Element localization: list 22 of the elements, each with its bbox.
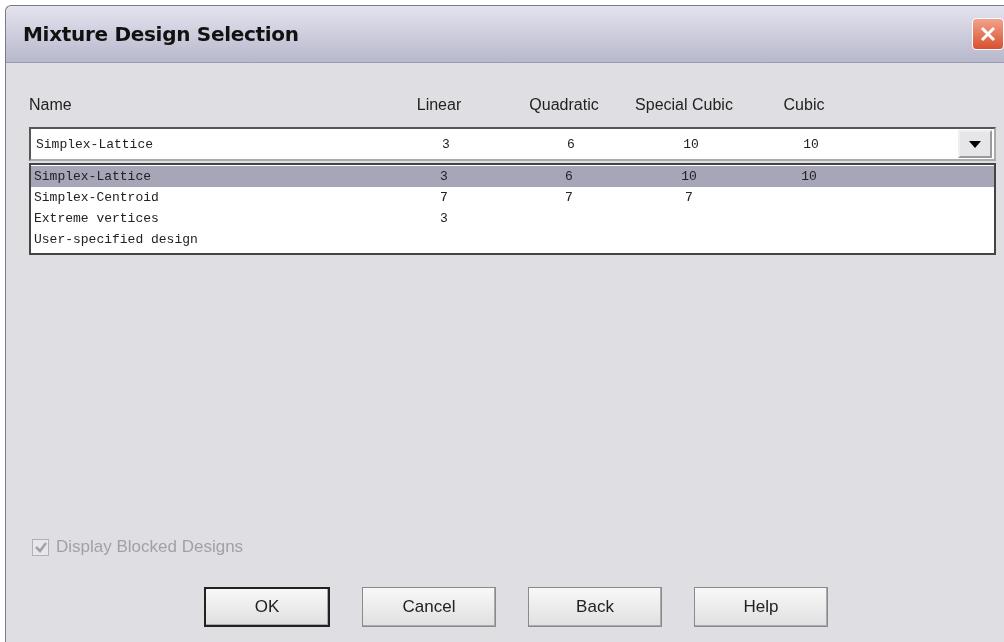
list-row[interactable]: Simplex-Centroid 7 7 7 bbox=[31, 187, 994, 208]
combo-value: 10 bbox=[803, 136, 819, 152]
combo-value: Simplex-Lattice bbox=[36, 136, 155, 152]
dialog-button[interactable]: Cancel bbox=[362, 587, 496, 627]
column-header: Cubic bbox=[783, 96, 825, 114]
combo-value: 10 bbox=[683, 136, 699, 152]
close-icon[interactable] bbox=[972, 18, 1004, 50]
combo-value: 6 bbox=[567, 136, 575, 152]
dialog-button[interactable]: OK bbox=[204, 587, 330, 627]
design-dropdown[interactable]: Simplex-Lattice 3 6 10 10 bbox=[29, 127, 996, 161]
column-header: Linear bbox=[416, 96, 462, 114]
column-header: Name bbox=[29, 96, 73, 114]
list-row[interactable]: Extreme vertices 3 bbox=[31, 208, 994, 229]
list-row[interactable]: User-specified design bbox=[31, 229, 994, 250]
column-header: Special Cubic bbox=[635, 96, 733, 114]
list-row[interactable]: Simplex-Lattice 3 6 10 10 bbox=[31, 166, 994, 187]
window-title: Mixture Design Selection bbox=[23, 22, 299, 46]
column-header: Quadratic bbox=[529, 96, 599, 114]
dialog-button[interactable]: Help bbox=[694, 587, 828, 627]
dialog-button[interactable]: Back bbox=[528, 587, 662, 627]
checkbox-label: Display Blocked Designs bbox=[56, 537, 244, 557]
combo-value: 3 bbox=[442, 136, 450, 152]
